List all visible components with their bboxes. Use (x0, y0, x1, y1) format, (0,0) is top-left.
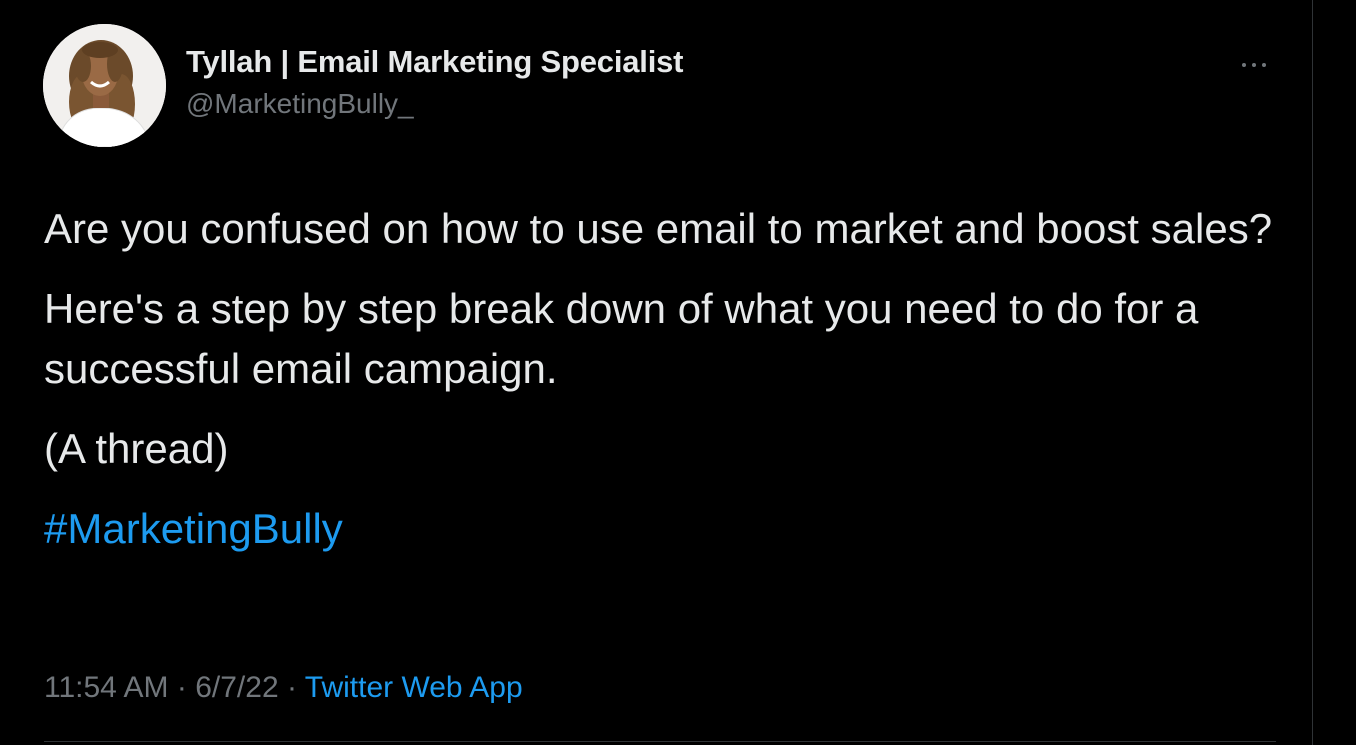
meta-separator: · (176, 671, 187, 704)
tweet-paragraph: (A thread) (44, 425, 229, 472)
tweet-source-link[interactable]: Twitter Web App (305, 671, 523, 704)
author-handle[interactable]: @MarketingBully_ (186, 88, 414, 120)
more-options-button[interactable] (1234, 48, 1274, 82)
hashtag-link[interactable]: #MarketingBully (44, 505, 343, 552)
profile-photo-icon (43, 24, 166, 147)
more-horizontal-icon (1242, 63, 1266, 67)
tweet-hashtag-line: #MarketingBully (44, 499, 1274, 559)
author-display-name[interactable]: Tyllah | Email Marketing Specialist (186, 44, 683, 80)
tweet-date[interactable]: 6/7/22 (195, 671, 278, 704)
tweet-metadata: 11:54 AM · 6/7/22 · Twitter Web App (44, 671, 523, 705)
meta-separator: · (286, 671, 297, 704)
tweet-paragraph: Here's a step by step break down of what… (44, 285, 1199, 392)
column-border (1312, 0, 1313, 745)
divider (44, 741, 1276, 742)
tweet-paragraph: Are you confused on how to use email to … (44, 205, 1273, 252)
avatar[interactable] (43, 24, 166, 147)
tweet-text: Are you confused on how to use email to … (44, 199, 1274, 559)
tweet-detail-view: Tyllah | Email Marketing Specialist @Mar… (0, 0, 1356, 745)
tweet-time[interactable]: 11:54 AM (44, 671, 169, 704)
